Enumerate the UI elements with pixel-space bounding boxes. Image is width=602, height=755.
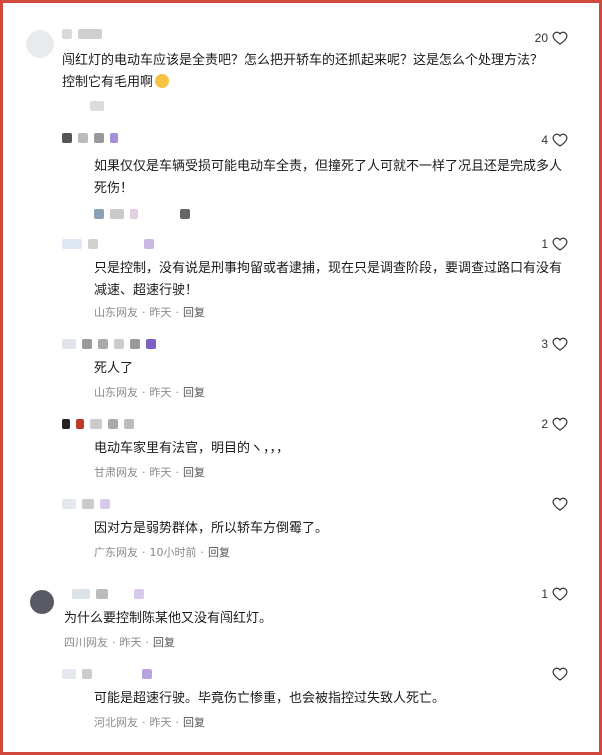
region-label: 山东网友 bbox=[94, 306, 138, 319]
comment-meta: 山东网友 · 昨天 · 回复 bbox=[94, 304, 205, 320]
username-blurred bbox=[62, 28, 102, 40]
comment-text: 可能是超速行驶。毕竟伤亡惨重，也会被指控过失致人死亡。 bbox=[94, 691, 446, 706]
like-count: 4 bbox=[541, 133, 548, 147]
reply-button[interactable]: 回复 bbox=[153, 634, 175, 650]
comment-item: 2 电动车家里有法官，明目的ヽ，，， 甘肃网友 · 昨天 · 回复 bbox=[0, 414, 602, 484]
heart-outline-icon[interactable] bbox=[552, 30, 568, 46]
reply-button[interactable]: 回复 bbox=[208, 544, 230, 560]
comment-item: 1 为什么要控制陈某他又没有闯红灯。 四川网友 · 昨天 · 回复 bbox=[0, 584, 602, 654]
region-label: 河北网友 bbox=[94, 716, 138, 729]
like-count: 2 bbox=[541, 417, 548, 431]
username-blurred bbox=[62, 338, 156, 350]
reply-button[interactable]: 回复 bbox=[183, 714, 205, 730]
heart-outline-icon[interactable] bbox=[552, 496, 568, 512]
timestamp: 昨天 bbox=[149, 466, 172, 479]
username-blurred bbox=[62, 132, 118, 144]
comment-item: 4 如果仅仅是车辆受损可能电动车全责，但撞死了人可就不一样了况且还是完成多人死伤… bbox=[0, 130, 602, 220]
comment-meta: 山东网友 · 昨天 · 回复 bbox=[94, 384, 205, 400]
avatar[interactable] bbox=[26, 30, 54, 58]
username-blurred bbox=[62, 238, 154, 250]
comment-item: 因对方是弱势群体，所以轿车方倒霉了。 广东网友 · 10小时前 · 回复 bbox=[0, 494, 602, 564]
comment-item: 20 闯红灯的电动车应该是全责吧？怎么把开轿车的还抓起来呢？这是怎么个处理方法？… bbox=[0, 26, 602, 111]
comment-text: 为什么要控制陈某他又没有闯红灯。 bbox=[64, 611, 273, 626]
comment-meta: 河北网友 · 昨天 · 回复 bbox=[94, 714, 205, 730]
like-control[interactable]: 3 bbox=[541, 336, 568, 352]
reply-button[interactable]: 回复 bbox=[183, 464, 205, 480]
comment-text: 电动车家里有法官，明目的ヽ，，， bbox=[94, 441, 290, 456]
like-control[interactable]: 2 bbox=[541, 416, 568, 432]
timestamp: 昨天 bbox=[149, 386, 172, 399]
heart-outline-icon[interactable] bbox=[552, 236, 568, 252]
region-label: 甘肃网友 bbox=[94, 466, 138, 479]
comment-meta: 甘肃网友 · 昨天 · 回复 bbox=[94, 464, 205, 480]
meta-blurred bbox=[90, 100, 104, 112]
comment-item: 1 只是控制，没有说是刑事拘留或者逮捕，现在只是调查阶段，要调查过路口有没有减速… bbox=[0, 234, 602, 324]
avatar[interactable] bbox=[30, 590, 54, 614]
laughing-face-icon bbox=[155, 74, 170, 88]
heart-outline-icon[interactable] bbox=[552, 132, 568, 148]
like-control[interactable]: 20 bbox=[535, 30, 568, 46]
comment-text: 只是控制，没有说是刑事拘留或者逮捕，现在只是调查阶段，要调查过路口有没有减速、超… bbox=[94, 261, 563, 298]
comment-text: 因对方是弱势群体，所以轿车方倒霉了。 bbox=[94, 521, 329, 536]
like-count: 1 bbox=[541, 237, 548, 251]
username-blurred bbox=[62, 498, 110, 510]
comment-meta: 四川网友 · 昨天 · 回复 bbox=[64, 634, 175, 650]
timestamp: 10小时前 bbox=[149, 546, 197, 559]
region-label: 四川网友 bbox=[64, 636, 108, 649]
like-count: 1 bbox=[541, 587, 548, 601]
username-blurred bbox=[62, 418, 134, 430]
comment-item: 3 死人了 山东网友 · 昨天 · 回复 bbox=[0, 334, 602, 404]
timestamp: 昨天 bbox=[149, 306, 172, 319]
meta-blurred bbox=[94, 208, 190, 220]
comment-meta: 广东网友 · 10小时前 · 回复 bbox=[94, 544, 230, 560]
region-label: 广东网友 bbox=[94, 546, 138, 559]
comment-text: 如果仅仅是车辆受损可能电动车全责，但撞死了人可就不一样了况且还是完成多人死伤！ bbox=[94, 159, 563, 196]
like-control[interactable]: 4 bbox=[541, 132, 568, 148]
heart-outline-icon[interactable] bbox=[552, 666, 568, 682]
username-blurred bbox=[62, 668, 152, 680]
comment-text: 死人了 bbox=[94, 361, 134, 376]
like-count: 3 bbox=[541, 337, 548, 351]
timestamp: 昨天 bbox=[149, 716, 172, 729]
like-control[interactable]: 1 bbox=[541, 236, 568, 252]
like-count: 20 bbox=[534, 31, 548, 45]
heart-outline-icon[interactable] bbox=[552, 416, 568, 432]
like-control[interactable]: 1 bbox=[541, 586, 568, 602]
heart-outline-icon[interactable] bbox=[552, 336, 568, 352]
comment-item: 可能是超速行驶。毕竟伤亡惨重，也会被指控过失致人死亡。 河北网友 · 昨天 · … bbox=[0, 664, 602, 734]
like-control[interactable] bbox=[548, 496, 568, 512]
reply-button[interactable]: 回复 bbox=[183, 384, 205, 400]
like-control[interactable] bbox=[548, 666, 568, 682]
region-label: 山东网友 bbox=[94, 386, 138, 399]
heart-outline-icon[interactable] bbox=[552, 586, 568, 602]
comment-text: 闯红灯的电动车应该是全责吧？怎么把开轿车的还抓起来呢？这是怎么个处理方法？控制它… bbox=[62, 53, 544, 90]
timestamp: 昨天 bbox=[119, 636, 142, 649]
reply-button[interactable]: 回复 bbox=[183, 304, 205, 320]
username-blurred bbox=[72, 588, 144, 600]
